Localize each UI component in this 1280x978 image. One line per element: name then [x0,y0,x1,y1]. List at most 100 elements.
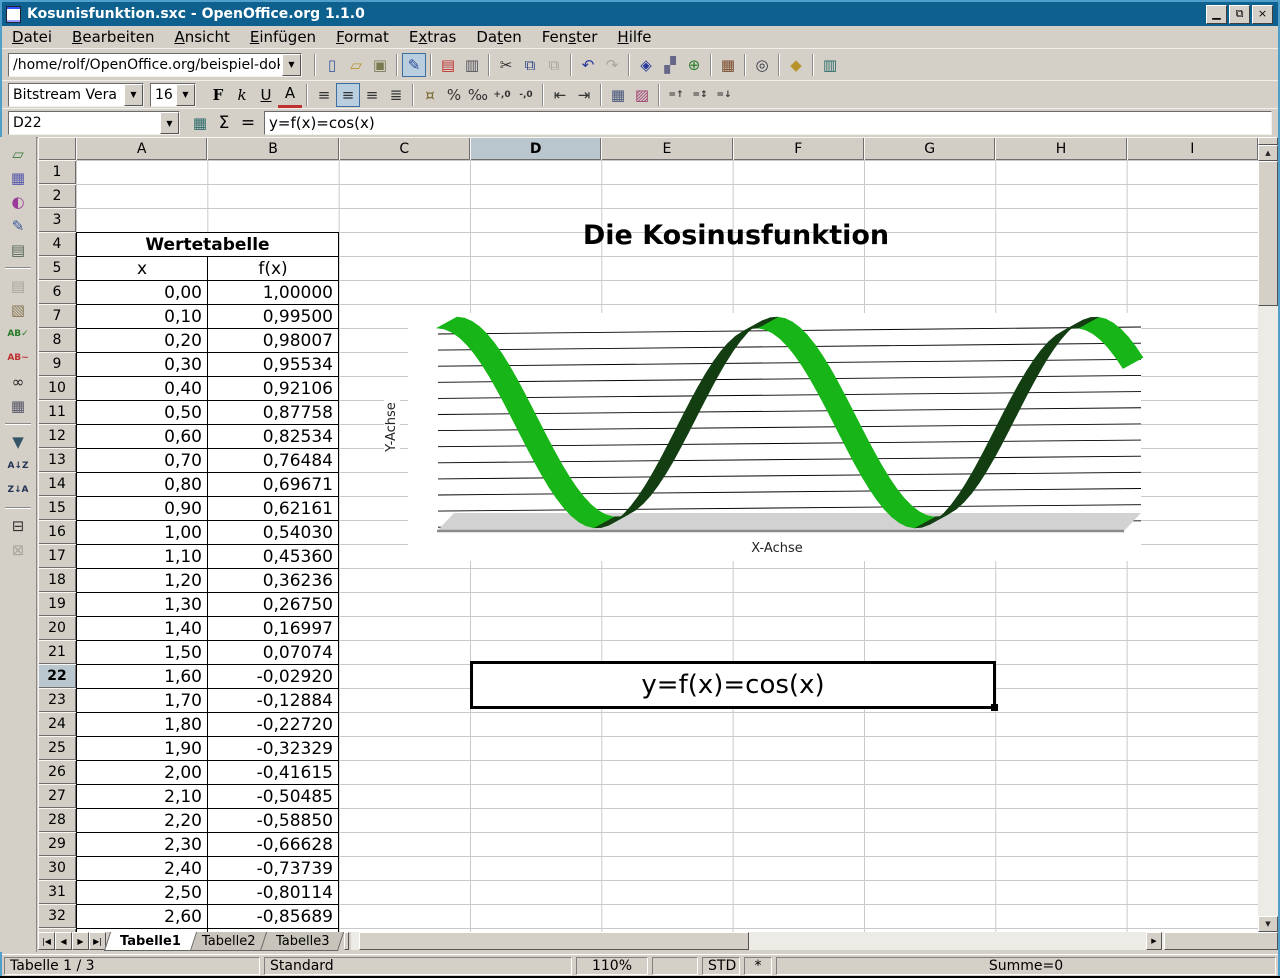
table-cell[interactable]: -0,32329 [208,737,338,761]
row-header-20[interactable]: 20 [38,616,76,640]
tab-nav-prev-icon[interactable]: ◀ [55,932,72,950]
tab-nav-next-icon[interactable]: ▶ [72,932,89,950]
row-header-9[interactable]: 9 [38,352,76,376]
function-wizard-icon[interactable]: ▦ [188,111,212,135]
row-header-28[interactable]: 28 [38,808,76,832]
close-button[interactable]: × [1252,5,1273,24]
row-header-22[interactable]: 22 [38,664,76,688]
table-cell[interactable]: 0,60 [77,425,208,449]
add-decimal-icon[interactable]: +,0 [490,83,514,107]
column-header-F[interactable]: F [733,137,864,160]
table-cell[interactable]: 2,20 [77,809,208,833]
table-cell[interactable]: 2,60 [77,905,208,929]
tab-scrollbar-splitter[interactable] [344,932,349,950]
table-row[interactable]: 0,400,92106 [77,377,338,401]
table-cell[interactable]: 0,20 [77,329,208,353]
status-insert-mode[interactable] [652,957,698,975]
table-row[interactable]: 2,40-0,73739 [77,857,338,881]
menu-format[interactable]: Format [326,27,399,47]
row-header-11[interactable]: 11 [38,400,76,424]
insert-icon[interactable]: ▱ [6,142,30,166]
background-color-icon[interactable]: ▨ [630,83,654,107]
sum-icon[interactable]: Σ [212,111,236,135]
table-cell[interactable]: 2,10 [77,785,208,809]
row-header-23[interactable]: 23 [38,688,76,712]
table-row[interactable]: 0,100,99500 [77,305,338,329]
menu-hilfe[interactable]: Hilfe [607,27,661,47]
sheet-tab-tabelle1[interactable]: Tabelle1 [104,932,197,951]
autoformat-icon[interactable]: ▧ [6,298,30,322]
insert-object-icon[interactable]: ◐ [6,190,30,214]
percent-format-icon[interactable]: % [442,83,466,107]
formula-input[interactable] [265,113,1271,133]
table-cell[interactable]: 0,76484 [208,449,338,473]
table-row[interactable]: 1,500,07074 [77,641,338,665]
table-cell[interactable]: 0,62161 [208,497,338,521]
table-row[interactable]: 2,00-0,41615 [77,761,338,785]
url-dropdown-icon[interactable]: ▼ [282,54,301,76]
row-header-26[interactable]: 26 [38,760,76,784]
table-cell[interactable]: 1,50 [77,641,208,665]
menu-einfügen[interactable]: Einfügen [240,27,326,47]
sheet-tab-tabelle3[interactable]: Tabelle3 [260,932,344,951]
table-cell[interactable]: 0,99500 [208,305,338,329]
table-cell[interactable]: 2,50 [77,881,208,905]
table-row[interactable]: 0,500,87758 [77,401,338,425]
row-header-29[interactable]: 29 [38,832,76,856]
table-cell[interactable]: 2,30 [77,833,208,857]
insert-cells-icon[interactable]: ▦ [6,166,30,190]
datasources-icon[interactable]: ▥ [818,53,842,77]
vertical-split-handle[interactable] [1258,137,1278,145]
row-header-12[interactable]: 12 [38,424,76,448]
table-row[interactable]: 1,100,45360 [77,545,338,569]
table-row[interactable]: 2,30-0,66628 [77,833,338,857]
draw-functions-icon[interactable]: ✎ [6,214,30,238]
vertical-scrollbar[interactable]: ▲ ▼ [1258,137,1278,932]
table-cell[interactable]: 0,92106 [208,377,338,401]
row-header-27[interactable]: 27 [38,784,76,808]
menu-bearbeiten[interactable]: Bearbeiten [62,27,164,47]
active-cell-d22[interactable]: y=f(x)=cos(x) [470,661,996,709]
table-cell[interactable]: -0,50485 [208,785,338,809]
row-header-8[interactable]: 8 [38,328,76,352]
hyperlink-icon[interactable]: ⊕ [682,53,706,77]
align-justify-button[interactable]: ≣ [384,83,408,107]
table-cell[interactable]: 0,00 [77,281,208,305]
row-header-24[interactable]: 24 [38,712,76,736]
table-cell[interactable]: -0,85689 [208,905,338,929]
menu-ansicht[interactable]: Ansicht [164,27,239,47]
table-cell[interactable]: 1,70 [77,689,208,713]
font-color-button[interactable]: A [278,81,302,108]
row-header-21[interactable]: 21 [38,640,76,664]
print-icon[interactable]: ▥ [460,53,484,77]
row-header-17[interactable]: 17 [38,544,76,568]
standard-format-icon[interactable]: ‰ [466,83,490,107]
navigator-icon[interactable]: ◈ [634,53,658,77]
table-row[interactable]: 1,90-0,32329 [77,737,338,761]
row-header-2[interactable]: 2 [38,184,76,208]
table-cell[interactable]: 2,00 [77,761,208,785]
fill-handle[interactable] [991,704,998,711]
table-row[interactable]: 1,000,54030 [77,521,338,545]
row-header-6[interactable]: 6 [38,280,76,304]
table-cell[interactable]: 0,45360 [208,545,338,569]
table-row[interactable]: 0,600,82534 [77,425,338,449]
column-header-E[interactable]: E [601,137,732,160]
sort-descending-icon[interactable]: Z↓A [6,478,30,502]
spellcheck-icon[interactable]: AB~ [6,346,30,370]
cell-reference-input[interactable] [9,113,160,133]
table-row[interactable]: 1,200,36236 [77,569,338,593]
font-name-combobox[interactable]: ▼ [8,83,144,107]
table-cell[interactable]: 0,87758 [208,401,338,425]
table-header-x[interactable]: x [77,257,208,281]
table-cell[interactable]: 0,70 [77,449,208,473]
table-cell[interactable]: 1,80 [77,713,208,737]
table-cell[interactable]: 0,40 [77,377,208,401]
column-header-I[interactable]: I [1127,137,1258,160]
table-cell[interactable]: -0,22720 [208,713,338,737]
font-name-dropdown-icon[interactable]: ▼ [124,84,143,106]
row-header-15[interactable]: 15 [38,496,76,520]
menu-daten[interactable]: Daten [466,27,531,47]
table-cell[interactable]: 1,60 [77,665,208,689]
edit-file-icon[interactable]: ✎ [402,53,426,77]
